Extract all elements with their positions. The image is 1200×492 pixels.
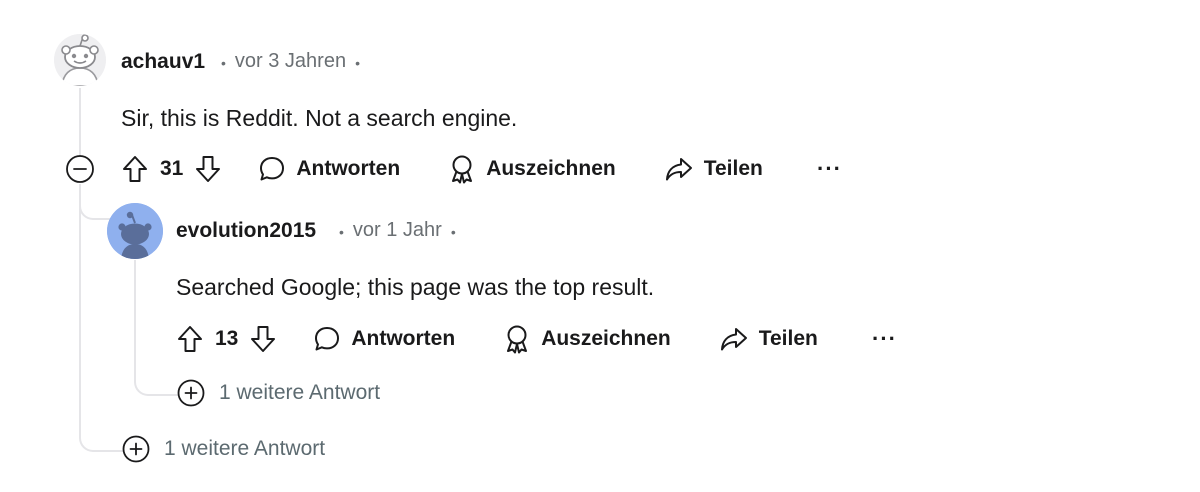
comment-username[interactable]: achauv1 — [121, 50, 205, 74]
award-button[interactable]: Auszeichnen — [448, 154, 616, 184]
award-label: Auszeichnen — [541, 327, 671, 350]
thread-curve-nested-more — [134, 364, 178, 396]
avatar[interactable] — [54, 34, 106, 86]
vote-count: 13 — [215, 327, 239, 350]
more-options-button[interactable]: ··· — [817, 158, 842, 180]
plus-circle-icon — [177, 379, 205, 407]
share-arrow-icon — [665, 158, 692, 181]
collapse-thread-button[interactable] — [65, 154, 95, 189]
arrow-up-icon — [123, 156, 147, 182]
comment-actions: 31 Antworten Auszeichnen Teilen — [121, 151, 763, 187]
upvote-button[interactable] — [176, 324, 204, 354]
snoo-avatar-icon — [107, 203, 163, 259]
share-label: Teilen — [758, 327, 818, 350]
comment-body: Sir, this is Reddit. Not a search engine… — [121, 105, 518, 131]
downvote-button[interactable] — [249, 324, 277, 354]
reply-button[interactable]: Antworten — [313, 325, 455, 353]
comment-meta: • vor 3 Jahren • — [212, 50, 369, 73]
more-replies-label: 1 weitere Antwort — [219, 381, 381, 404]
share-button[interactable]: Teilen — [719, 325, 818, 353]
share-arrow-icon — [720, 328, 747, 351]
thread-line-nested — [134, 260, 136, 370]
snoo-avatar-icon — [54, 34, 106, 86]
comment-username[interactable]: evolution2015 — [176, 219, 316, 243]
thread-line-main — [79, 88, 81, 156]
downvote-button[interactable] — [194, 154, 222, 184]
more-options-button[interactable]: ··· — [872, 328, 897, 350]
reply-label: Antworten — [296, 157, 401, 180]
comment-meta: • vor 1 Jahr • — [330, 219, 465, 242]
more-replies-link[interactable]: 1 weitere Antwort — [177, 379, 380, 407]
meta-separator: • — [221, 54, 226, 71]
upvote-button[interactable] — [121, 154, 149, 184]
award-label: Auszeichnen — [486, 157, 616, 180]
minus-circle-icon — [66, 155, 94, 183]
more-replies-link[interactable]: 1 weitere Antwort — [122, 435, 325, 463]
award-button[interactable]: Auszeichnen — [503, 324, 671, 354]
avatar[interactable] — [107, 203, 163, 259]
comment-timestamp[interactable]: vor 1 Jahr — [353, 219, 442, 242]
share-label: Teilen — [703, 157, 763, 180]
reply-button[interactable]: Antworten — [258, 155, 400, 183]
comment-body: Searched Google; this page was the top r… — [176, 274, 655, 300]
arrow-up-icon — [178, 326, 202, 352]
vote-count: 31 — [160, 157, 184, 180]
comment-actions: 13 Antworten Auszeichnen Teilen — [176, 321, 818, 357]
share-button[interactable]: Teilen — [664, 155, 763, 183]
meta-separator: • — [339, 223, 344, 240]
award-ribbon-icon — [452, 155, 473, 184]
more-replies-label: 1 weitere Antwort — [164, 437, 326, 460]
plus-circle-icon — [122, 435, 150, 463]
comment-timestamp[interactable]: vor 3 Jahren — [235, 50, 346, 73]
arrow-down-icon — [251, 326, 276, 352]
chat-bubble-icon — [315, 327, 340, 351]
thread-curve-more-replies — [79, 420, 123, 452]
meta-separator: • — [355, 54, 360, 71]
thread-line-main-lower — [79, 184, 81, 428]
chat-bubble-icon — [260, 157, 285, 181]
award-ribbon-icon — [507, 325, 528, 354]
thread-curve-reply — [79, 190, 111, 220]
meta-separator: • — [450, 223, 456, 240]
arrow-down-icon — [196, 156, 221, 182]
reply-label: Antworten — [351, 327, 456, 350]
